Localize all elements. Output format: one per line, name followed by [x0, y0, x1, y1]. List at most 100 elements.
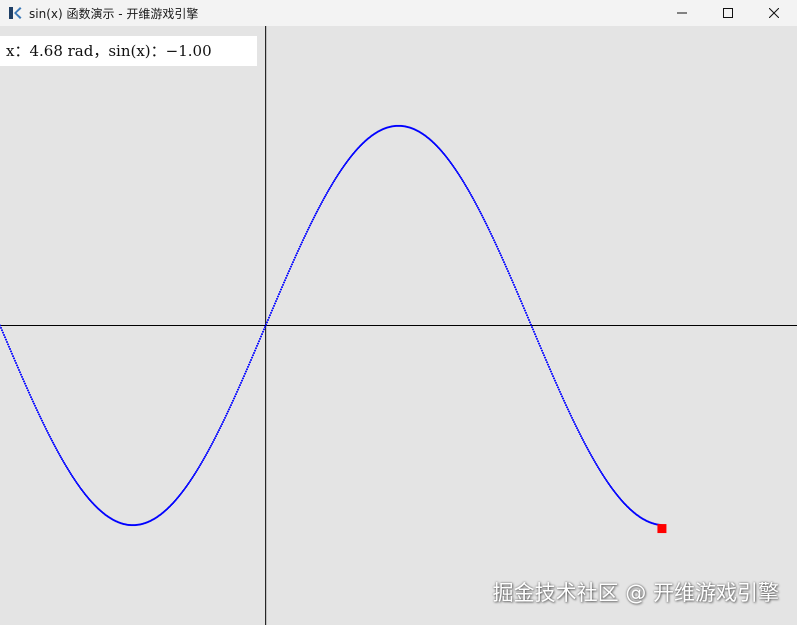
curve-point [331, 183, 333, 186]
curve-point [531, 326, 533, 329]
close-button[interactable] [751, 0, 797, 26]
render-canvas[interactable]: x：4.68 rad，sin(x)：−1.00 掘金技术社区 @ 开维游戏引擎 [0, 26, 797, 625]
curve-point [197, 467, 199, 470]
curve-point [199, 464, 201, 467]
curve-point [225, 414, 227, 417]
curve-point [491, 234, 493, 237]
curve-point [27, 389, 29, 392]
curve-point [252, 354, 254, 357]
curve-point [60, 456, 62, 459]
curve-point [198, 466, 200, 469]
curve-point [568, 410, 570, 413]
curve-point [510, 276, 512, 279]
curve-point [245, 370, 247, 373]
curve-point [207, 450, 209, 453]
curve-point [34, 404, 36, 407]
curve-point [501, 256, 503, 259]
curve-point [49, 435, 51, 438]
curve-point [37, 411, 39, 414]
curve-point [25, 384, 27, 387]
curve-point [254, 349, 256, 352]
curve-point [14, 359, 16, 362]
curve-point [36, 409, 38, 412]
curve-point [515, 288, 517, 291]
curve-point [5, 338, 7, 341]
curve-point [270, 311, 272, 314]
curve-point [227, 410, 229, 413]
curve-point [489, 230, 491, 233]
curve-point [538, 342, 540, 345]
curve-point [508, 272, 510, 275]
curve-point [19, 371, 21, 374]
curve-point [268, 316, 270, 319]
curve-point [217, 431, 219, 434]
curve-point [500, 254, 502, 257]
curve-point [286, 274, 288, 277]
curve-point [541, 349, 543, 352]
curve-point [522, 304, 524, 307]
title-bar[interactable]: sin(x) 函数演示 - 开维游戏引擎 [0, 0, 797, 26]
curve-point [493, 239, 495, 242]
curve-point [260, 335, 262, 338]
curve-point [318, 206, 320, 209]
curve-point [320, 202, 322, 205]
curve-point [232, 399, 234, 402]
curve-point [267, 318, 269, 321]
curve-point [502, 258, 504, 261]
curve-point [477, 206, 479, 209]
curve-point [256, 344, 258, 347]
curve-point [3, 333, 5, 336]
curve-point [223, 418, 225, 421]
curve-point [325, 193, 327, 196]
curve-point [468, 190, 470, 193]
value-readout: x：4.68 rad，sin(x)：−1.00 [0, 36, 257, 66]
curve-point [476, 204, 478, 207]
curve-point [24, 382, 26, 385]
curve-point [479, 210, 481, 213]
curve-point [507, 270, 509, 273]
curve-point [280, 288, 282, 291]
curve-point [587, 448, 589, 451]
maximize-button[interactable] [705, 0, 751, 26]
curve-point [299, 245, 301, 248]
curve-point [1, 329, 3, 332]
curve-point [43, 423, 45, 426]
curve-point [558, 388, 560, 391]
curve-point [61, 458, 63, 461]
curve-point [8, 345, 10, 348]
curve-point [46, 429, 48, 432]
curve-point [287, 272, 289, 275]
curve-point [18, 368, 20, 371]
curve-point [53, 443, 55, 446]
curve-point [237, 388, 239, 391]
curve-point [54, 445, 56, 448]
curve-point [567, 408, 569, 411]
curve-point [42, 421, 44, 424]
curve-point [50, 437, 52, 440]
curve-point [330, 185, 332, 188]
curve-point [561, 395, 563, 398]
curve-point [497, 247, 499, 250]
curve-point [2, 331, 4, 334]
curve-point [322, 199, 324, 202]
curve-point [472, 197, 474, 200]
curve-point [221, 423, 223, 426]
curve-point [239, 384, 241, 387]
curve-point [288, 270, 290, 273]
curve-point [593, 459, 595, 462]
curve-point [529, 321, 531, 324]
curve-point [566, 406, 568, 409]
curve-point [554, 379, 556, 382]
curve-point [594, 461, 596, 464]
curve-point [521, 302, 523, 305]
curve-point [274, 302, 276, 305]
curve-point [562, 397, 564, 400]
curve-point [64, 463, 66, 466]
curve-point [247, 365, 249, 368]
curve-point [253, 351, 255, 354]
curve-point [55, 447, 57, 450]
curve-point [202, 459, 204, 462]
curve-point [255, 347, 257, 350]
minimize-button[interactable] [659, 0, 705, 26]
curve-point [518, 295, 520, 298]
